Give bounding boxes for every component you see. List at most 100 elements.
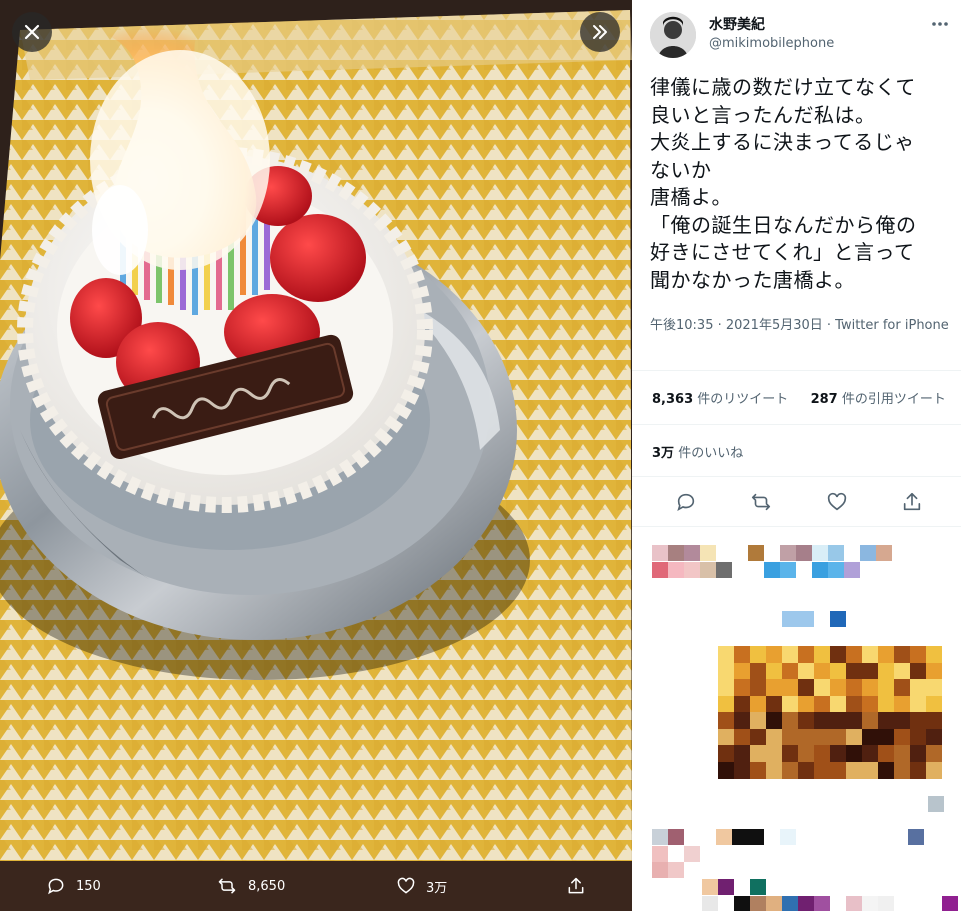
like-icon	[827, 492, 847, 511]
blur-pixel	[830, 646, 846, 663]
more-options-button[interactable]	[928, 12, 952, 36]
blur-pixel	[846, 728, 862, 746]
blur-pixel	[718, 728, 734, 746]
blur-pixel	[766, 679, 782, 696]
blur-pixel	[750, 879, 766, 895]
blur-pixel	[702, 879, 718, 895]
blur-pixel	[910, 761, 926, 779]
blur-pixel	[862, 745, 878, 762]
display-name[interactable]: 水野美紀	[709, 14, 765, 34]
blur-pixel	[814, 745, 830, 762]
blur-pixel	[716, 562, 732, 578]
like-label: 件のいいね	[678, 446, 744, 461]
blur-pixel	[750, 646, 766, 663]
blur-pixel	[684, 562, 700, 578]
blur-pixel	[766, 896, 782, 911]
blur-pixel	[878, 712, 894, 729]
blur-pixel	[812, 545, 828, 561]
blur-pixel	[894, 712, 910, 729]
blur-pixel	[862, 761, 878, 779]
share-icon	[903, 492, 921, 511]
blur-pixel	[860, 545, 876, 561]
blur-pixel	[766, 761, 782, 779]
blur-pixel	[798, 611, 814, 627]
retweet-icon	[751, 493, 771, 511]
blur-pixel	[748, 545, 764, 561]
blur-pixel	[798, 728, 814, 746]
retweet-stat[interactable]: 8,363 件のリツイート	[652, 392, 792, 407]
media-share-button[interactable]	[566, 861, 596, 911]
blur-pixel	[734, 679, 750, 696]
blur-pixel	[716, 829, 732, 845]
blur-pixel	[782, 611, 798, 627]
blur-pixel	[700, 562, 716, 578]
blur-pixel	[878, 695, 894, 713]
quote-stat[interactable]: 287 件の引用ツイート	[811, 392, 946, 407]
blur-pixel	[846, 745, 862, 762]
blur-pixel	[830, 745, 846, 762]
close-icon	[24, 24, 40, 40]
retweet-icon	[218, 878, 236, 894]
engagement-stats: 8,363 件のリツイート 287 件の引用ツイート	[652, 388, 961, 408]
blur-pixel	[798, 646, 814, 663]
blur-pixel	[894, 761, 910, 779]
divider	[632, 370, 961, 371]
blur-pixel	[718, 646, 734, 663]
like-button[interactable]	[825, 490, 849, 514]
media-like-button[interactable]: 3万	[396, 861, 447, 911]
blur-pixel	[846, 679, 862, 696]
media-viewer: 150 8,650 3万	[0, 0, 632, 911]
blur-pixel	[718, 761, 734, 779]
blur-pixel	[894, 695, 910, 713]
like-stat[interactable]: 3万 件のいいね	[652, 442, 743, 461]
blur-pixel	[876, 545, 892, 561]
reply-button[interactable]	[674, 490, 698, 514]
blur-pixel	[814, 728, 830, 746]
blur-pixel	[814, 646, 830, 663]
blur-pixel	[782, 728, 798, 746]
blur-pixel	[910, 745, 926, 762]
user-handle[interactable]: @mikimobilephone	[709, 36, 834, 51]
blur-pixel	[844, 562, 860, 578]
tweet-photo	[0, 0, 632, 911]
blur-pixel	[652, 829, 668, 845]
blur-pixel	[734, 712, 750, 729]
blur-pixel	[830, 611, 846, 627]
blur-pixel	[814, 662, 830, 680]
blur-pixel	[910, 695, 926, 713]
blur-pixel	[862, 695, 878, 713]
blur-pixel	[718, 745, 734, 762]
close-button[interactable]	[12, 12, 52, 52]
blur-pixel	[652, 545, 668, 561]
avatar[interactable]	[650, 12, 696, 58]
blur-pixel	[910, 728, 926, 746]
media-reply-button[interactable]: 150	[46, 861, 101, 911]
blur-pixel	[766, 745, 782, 762]
blur-pixel	[910, 712, 926, 729]
blur-pixel	[812, 562, 828, 578]
blur-pixel	[862, 896, 878, 911]
blur-pixel	[894, 745, 910, 762]
tweet-panel: 水野美紀 @mikimobilephone 律儀に歳の数だけ立てなくて 良いと言…	[632, 0, 961, 911]
blur-pixel	[684, 545, 700, 561]
avatar-image	[650, 12, 696, 58]
blur-pixel	[926, 646, 942, 663]
tweet-timestamp[interactable]: 午後10:35 · 2021年5月30日 · Twitter for iPhon…	[650, 316, 950, 336]
share-button[interactable]	[900, 490, 924, 514]
blur-pixel	[750, 728, 766, 746]
media-action-bar: 150 8,650 3万	[0, 861, 632, 911]
blur-pixel	[846, 896, 862, 911]
blur-pixel	[766, 712, 782, 729]
expand-panel-button[interactable]	[580, 12, 620, 52]
blur-pixel	[830, 695, 846, 713]
blur-pixel	[926, 695, 942, 713]
blur-pixel	[910, 679, 926, 696]
media-retweet-button[interactable]: 8,650	[216, 861, 285, 911]
quote-label: 件の引用ツイート	[841, 392, 946, 407]
blur-pixel	[782, 662, 798, 680]
divider	[632, 476, 961, 477]
retweet-button[interactable]	[749, 490, 773, 514]
blur-pixel	[764, 562, 780, 578]
blur-pixel	[782, 745, 798, 762]
blur-pixel	[926, 761, 942, 779]
